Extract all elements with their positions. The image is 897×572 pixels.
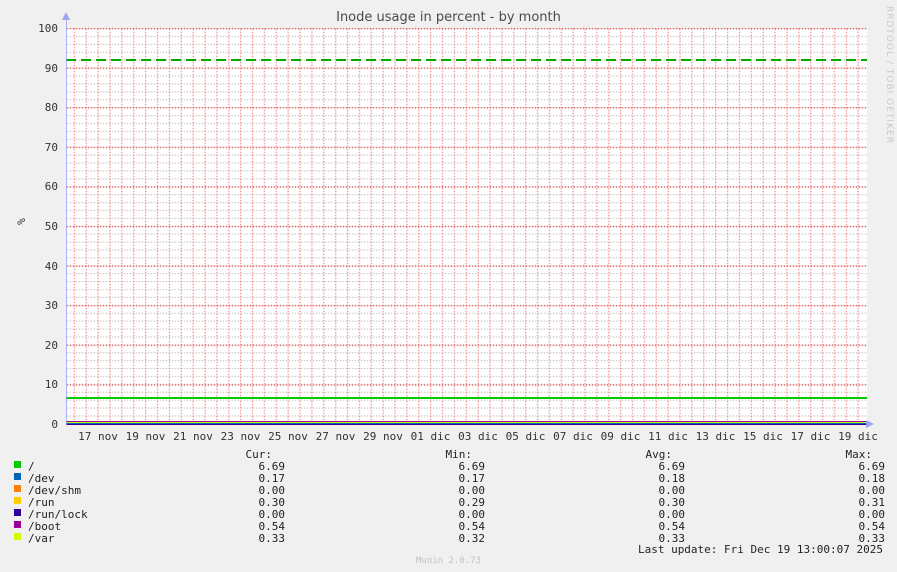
x-tick-label-25-nov: 25 nov — [268, 430, 308, 443]
y-tick-label-60: 60 — [44, 180, 58, 194]
y-tick-label-40: 40 — [44, 259, 58, 273]
last-update-text: Last update: Fri Dec 19 13:00:07 2025 — [637, 543, 883, 556]
legend-swatch-boot — [14, 521, 21, 528]
x-tick-label-07-dic: 07 dic — [553, 430, 593, 443]
x-tick-label-13-dic: 13 dic — [695, 430, 736, 443]
y-tick-label-20: 20 — [44, 338, 58, 352]
x-tick-label-01-dic: 01 dic — [410, 430, 451, 443]
x-tick-label-03-dic: 03 dic — [458, 430, 498, 443]
x-tick-label-27-nov: 27 nov — [315, 430, 356, 443]
x-tick-label-17-dic: 17 dic — [790, 430, 831, 443]
legend-min-var: 0.32 — [458, 532, 486, 545]
x-tick-label-15-dic: 15 dic — [743, 430, 783, 443]
legend-label-var: /var — [28, 532, 55, 545]
y-axis-line — [66, 20, 67, 425]
legend-swatch-dev — [14, 473, 21, 480]
legend-swatch-var — [14, 533, 21, 540]
x-tick-label-21-nov: 21 nov — [173, 430, 213, 443]
y-tick-label-0: 0 — [51, 418, 58, 431]
x-axis-arrow-icon — [866, 420, 874, 428]
rrdtool-watermark: RRDTOOL / TOBI OETIKER — [884, 6, 894, 144]
plot-area — [66, 28, 867, 425]
x-tick-label-17-nov: 17 nov — [78, 430, 118, 443]
series-line-var — [66, 422, 867, 424]
x-tick-label-23-nov: 23 nov — [220, 430, 261, 443]
legend-swatch-run-lock — [14, 509, 21, 516]
y-tick-label-50: 50 — [44, 220, 58, 233]
x-tick-label-19-nov: 19 nov — [125, 430, 166, 443]
chart-title: Inode usage in percent - by month — [336, 10, 561, 25]
legend-swatch-run — [14, 497, 21, 504]
x-tick-label-19-dic: 19 dic — [838, 430, 878, 443]
series-line-root — [66, 396, 867, 399]
x-tick-label-11-dic: 11 dic — [648, 430, 688, 443]
y-tick-label-30: 30 — [44, 299, 58, 313]
y-tick-label-100: 100 — [38, 22, 58, 35]
x-tick-label-09-dic: 09 dic — [600, 430, 641, 443]
x-tick-label-29-nov: 29 nov — [363, 430, 403, 443]
legend-cur-var: 0.33 — [258, 532, 286, 545]
y-tick-label-90: 90 — [44, 61, 58, 75]
munin-version-text: Munin 2.0.73 — [415, 556, 482, 566]
series-line-run-lock — [66, 423, 867, 425]
warning-limit-line — [66, 58, 867, 61]
y-tick-label-80: 80 — [44, 101, 58, 115]
legend-swatch-dev-shm — [14, 485, 21, 492]
legend-swatch-root — [14, 461, 21, 468]
y-tick-label-70: 70 — [44, 140, 58, 154]
x-tick-label-05-dic: 05 dic — [505, 430, 546, 443]
munin-inode-usage-graph: Inode usage in percent - by month RRDTOO… — [0, 0, 897, 572]
y-tick-label-10: 10 — [44, 378, 58, 392]
y-axis-arrow-icon — [62, 12, 70, 20]
